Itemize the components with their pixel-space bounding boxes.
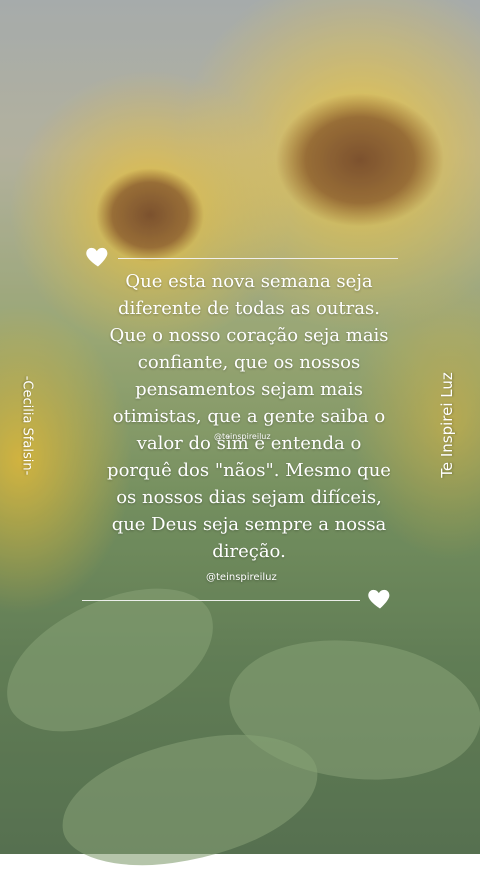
- quote-line: porquê dos "nãos". Mesmo que: [107, 460, 391, 481]
- quote-line: Que esta nova semana seja: [125, 271, 373, 292]
- center-watermark-handle: @teinspireiluz: [214, 432, 271, 441]
- brand-name: Te Inspirei Luz: [437, 372, 456, 478]
- quote-line: direção.: [212, 541, 286, 562]
- quote-line: confiante, que os nossos: [137, 352, 361, 373]
- quote-line: que Deus seja sempre a nossa: [111, 514, 387, 535]
- quote-line: pensamentos sejam mais: [135, 379, 363, 400]
- quote-line: Que o nosso coração seja mais: [109, 325, 389, 346]
- heart-icon: [86, 247, 108, 267]
- bottom-watermark-handle: @teinspireiluz: [206, 572, 277, 583]
- heart-icon: [368, 589, 390, 609]
- quote-line: diferente de todas as outras.: [118, 298, 380, 319]
- quote-text: Que esta nova semana seja diferente de t…: [84, 268, 414, 565]
- bottom-divider: [82, 600, 360, 601]
- top-divider: [118, 258, 398, 259]
- quote-line: os nossos dias sejam difíceis,: [116, 487, 382, 508]
- author-credit: -Cecilia Sfalsin-: [19, 375, 35, 476]
- quote-line: otimistas, que a gente saiba o: [112, 406, 386, 427]
